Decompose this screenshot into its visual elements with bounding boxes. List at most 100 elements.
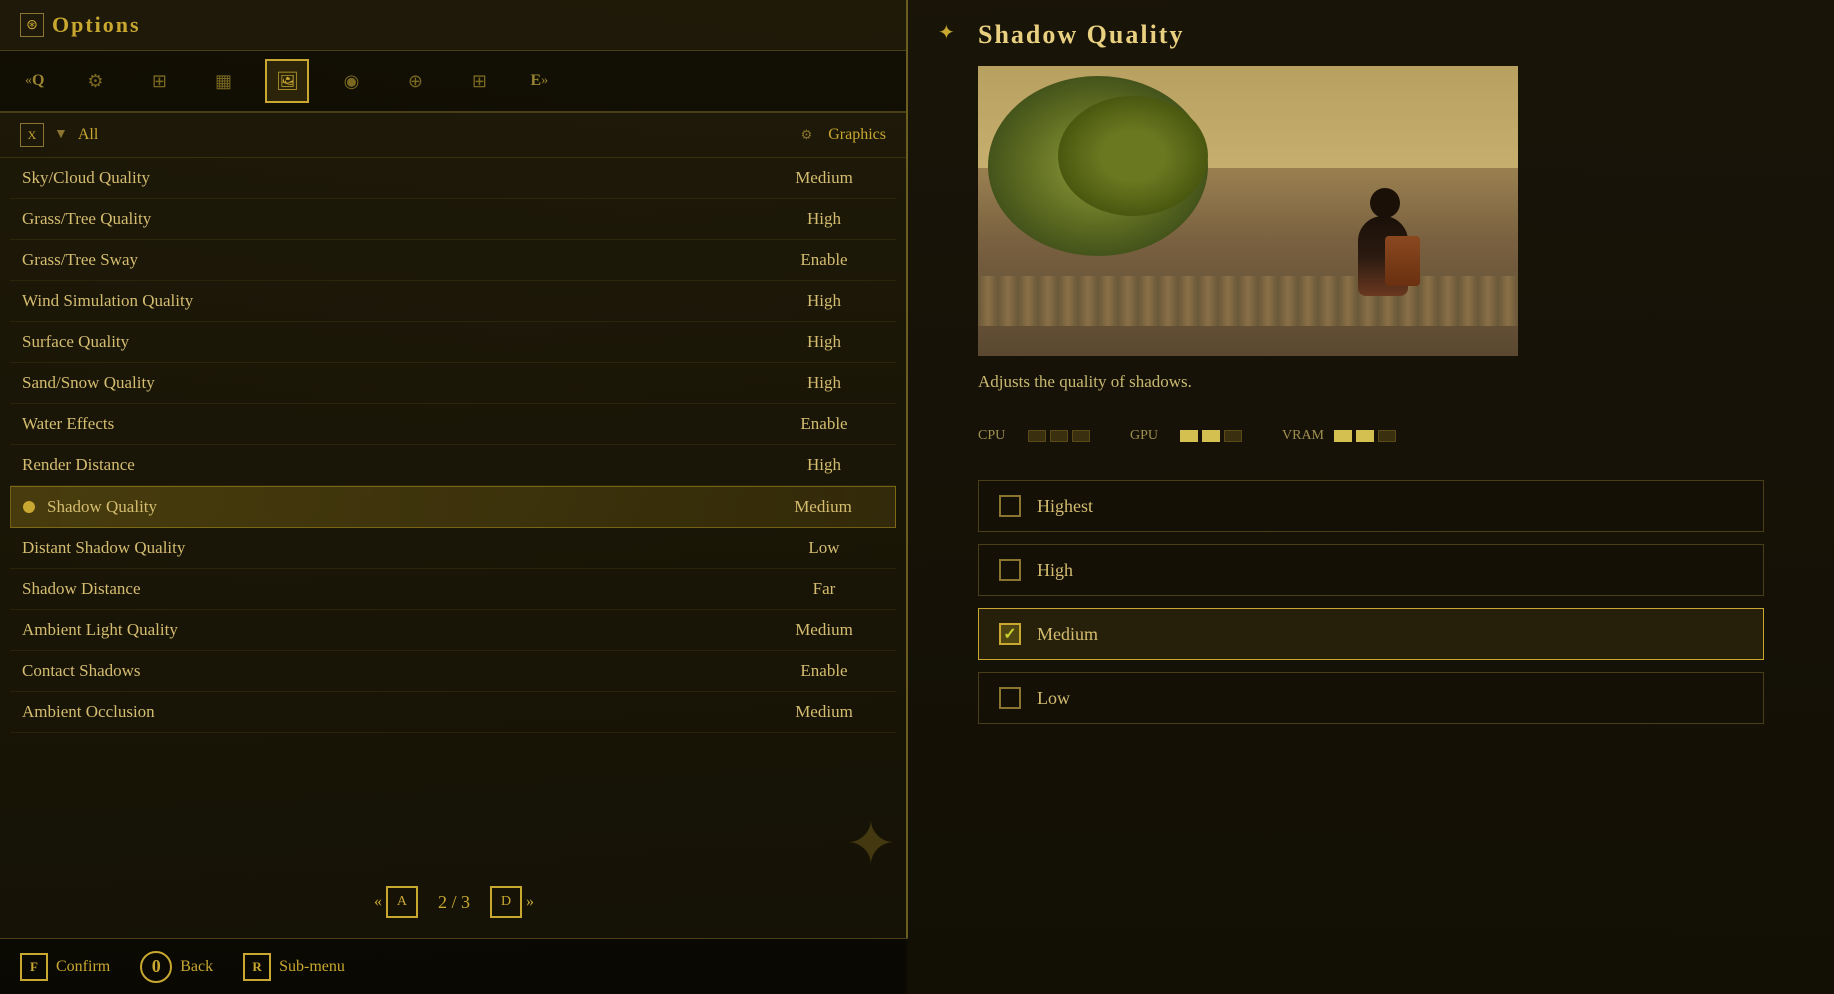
character-head: [1370, 188, 1400, 218]
setting-grass-sway[interactable]: Grass/Tree Sway Enable: [10, 240, 896, 281]
setting-ambient-light[interactable]: Ambient Light Quality Medium: [10, 610, 896, 651]
setting-distant-shadow[interactable]: Distant Shadow Quality Low: [10, 528, 896, 569]
tab-display[interactable]: ▦: [201, 59, 245, 103]
right-panel-title: Shadow Quality: [978, 20, 1184, 50]
next-page-button[interactable]: D »: [490, 886, 534, 918]
gpu-dot-1: [1180, 430, 1198, 442]
bottom-bar: F Confirm 0 Back R Sub-menu: [0, 938, 908, 994]
setting-surface[interactable]: Surface Quality High: [10, 322, 896, 363]
cpu-dot-2: [1050, 430, 1068, 442]
page-indicator: 2 / 3: [438, 892, 470, 913]
a-key[interactable]: A: [386, 886, 418, 918]
tab-nav-left[interactable]: « Q: [16, 59, 53, 103]
high-checkbox[interactable]: [999, 559, 1021, 581]
settings-list: Sky/Cloud Quality Medium Grass/Tree Qual…: [0, 158, 906, 733]
bush-secondary: [1058, 96, 1208, 216]
preview-image: [978, 66, 1518, 356]
title-icon: ⊛: [20, 13, 44, 37]
vram-dots: [1334, 430, 1396, 442]
tab-nav-right[interactable]: E »: [521, 59, 557, 103]
window-title: Options: [52, 12, 141, 38]
quality-options-list: Highest High Medium Low: [938, 480, 1804, 724]
medium-label: Medium: [1037, 624, 1098, 645]
section-name: Graphics: [828, 126, 886, 144]
tab-controller[interactable]: ⊞: [137, 59, 181, 103]
right-bracket: »: [541, 73, 548, 89]
gpu-dots: [1180, 430, 1242, 442]
filter-category[interactable]: All: [78, 126, 98, 144]
left-panel: ⊛ Options « Q ⚙ ⊞ ▦ 🖼 ◉ ⊕ ⊞ E » X ▼ All …: [0, 0, 908, 994]
confirm-key: F: [20, 953, 48, 981]
q-key-label: Q: [32, 72, 44, 90]
confirm-button[interactable]: F Confirm: [20, 953, 110, 981]
character-pack: [1385, 236, 1420, 286]
cpu-dot-1: [1028, 430, 1046, 442]
option-medium[interactable]: Medium: [978, 608, 1764, 660]
tab-audio[interactable]: ◉: [329, 59, 373, 103]
vram-dot-1: [1334, 430, 1352, 442]
d-key[interactable]: D: [490, 886, 522, 918]
medium-checkbox[interactable]: [999, 623, 1021, 645]
submenu-button[interactable]: R Sub-menu: [243, 953, 345, 981]
tab-bar: « Q ⚙ ⊞ ▦ 🖼 ◉ ⊕ ⊞ E »: [0, 51, 906, 113]
setting-shadow-quality[interactable]: Shadow Quality Medium: [10, 486, 896, 528]
setting-description: Adjusts the quality of shadows.: [938, 372, 1804, 392]
vram-dot-3: [1378, 430, 1396, 442]
setting-sky-cloud[interactable]: Sky/Cloud Quality Medium: [10, 158, 896, 199]
cpu-label: CPU: [978, 428, 1018, 444]
gpu-indicator: GPU: [1130, 428, 1242, 444]
tab-language[interactable]: ⊞: [457, 59, 501, 103]
setting-shadow-dist[interactable]: Shadow Distance Far: [10, 569, 896, 610]
vram-dot-2: [1356, 430, 1374, 442]
setting-wind-sim[interactable]: Wind Simulation Quality High: [10, 281, 896, 322]
setting-sand-snow[interactable]: Sand/Snow Quality High: [10, 363, 896, 404]
gpu-dot-2: [1202, 430, 1220, 442]
prev-bracket: «: [374, 893, 382, 911]
submenu-key: R: [243, 953, 271, 981]
cpu-dot-3: [1072, 430, 1090, 442]
tab-wrench[interactable]: ⚙: [73, 59, 117, 103]
rock-layer: [978, 276, 1518, 326]
corner-decoration: ✦: [846, 809, 896, 879]
gpu-label: GPU: [1130, 428, 1170, 444]
right-panel-header: ✦ Shadow Quality: [938, 20, 1804, 50]
low-label: Low: [1037, 688, 1070, 709]
cpu-indicator: CPU: [978, 428, 1090, 444]
setting-ambient-occ[interactable]: Ambient Occlusion Medium: [10, 692, 896, 733]
e-key-label: E: [530, 72, 541, 90]
title-bar: ⊛ Options: [0, 0, 906, 51]
right-panel: ✦ Shadow Quality Adjusts the quality of …: [908, 0, 1834, 994]
left-bracket: «: [25, 73, 32, 89]
option-highest[interactable]: Highest: [978, 480, 1764, 532]
low-checkbox[interactable]: [999, 687, 1021, 709]
setting-render-dist[interactable]: Render Distance High: [10, 445, 896, 486]
page-navigation: « A 2 / 3 D »: [0, 870, 908, 934]
filter-bar: X ▼ All ⚙ Graphics: [0, 113, 906, 158]
back-label: Back: [180, 958, 213, 976]
tab-accessibility[interactable]: ⊕: [393, 59, 437, 103]
vram-indicator: VRAM: [1282, 428, 1396, 444]
gpu-dot-3: [1224, 430, 1242, 442]
option-high[interactable]: High: [978, 544, 1764, 596]
highest-label: Highest: [1037, 496, 1093, 517]
cpu-dots: [1028, 430, 1090, 442]
setting-contact-shadows[interactable]: Contact Shadows Enable: [10, 651, 896, 692]
setting-water-effects[interactable]: Water Effects Enable: [10, 404, 896, 445]
next-bracket: »: [526, 893, 534, 911]
filter-clear-button[interactable]: X: [20, 123, 44, 147]
header-star-icon: ✦: [938, 20, 968, 50]
option-low[interactable]: Low: [978, 672, 1764, 724]
performance-bar: CPU GPU VRAM: [938, 416, 1804, 456]
tab-graphics[interactable]: 🖼: [265, 59, 309, 103]
vram-label: VRAM: [1282, 428, 1324, 444]
setting-grass-tree[interactable]: Grass/Tree Quality High: [10, 199, 896, 240]
high-label: High: [1037, 560, 1073, 581]
section-icon: ⚙: [801, 127, 813, 143]
prev-page-button[interactable]: « A: [374, 886, 418, 918]
submenu-label: Sub-menu: [279, 958, 345, 976]
back-button[interactable]: 0 Back: [140, 951, 213, 983]
active-indicator-dot: [23, 501, 35, 513]
filter-icon: ▼: [54, 127, 68, 143]
highest-checkbox[interactable]: [999, 495, 1021, 517]
back-key: 0: [140, 951, 172, 983]
